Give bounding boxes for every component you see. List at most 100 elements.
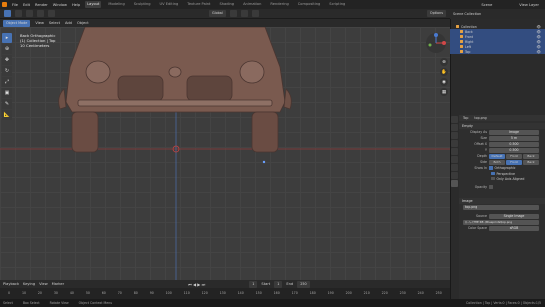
menu-select[interactable]: Select [49,21,60,25]
transform-tool-icon[interactable]: ▣ [2,88,12,98]
outliner-row[interactable]: Top 👁 [450,49,545,54]
mode-invert-icon[interactable] [48,10,55,17]
perspective-checkbox[interactable] [491,171,495,176]
pivot-icon[interactable] [229,10,237,17]
tab-compositing[interactable]: Compositing [296,1,323,8]
options-dropdown[interactable]: Options [426,10,446,17]
menu-add[interactable]: Add [65,21,72,25]
object-tab-icon[interactable] [451,164,458,171]
colorspace-dropdown[interactable]: sRGB [489,225,539,231]
menu-playback[interactable]: Playback [3,282,19,286]
filepath-field[interactable]: //...\..\THE RE..\Blueprints\top.png [463,219,539,225]
transform-orientation-dropdown[interactable]: Global [209,10,226,17]
mode-dropdown[interactable]: Object Mode [3,19,31,27]
viewport-header: Object Mode View Select Add Object [0,19,450,27]
display-as-dropdown[interactable]: Image [489,129,539,135]
side-front-button[interactable]: Front [506,159,522,165]
menu-file[interactable]: File [12,3,18,7]
tab-uv-editing[interactable]: UV Editing [158,1,181,8]
scene-tab-icon[interactable] [451,148,458,155]
tab-modeling[interactable]: Modeling [106,1,126,8]
tab-sculpting[interactable]: Sculpting [132,1,153,8]
end-field[interactable]: 250 [297,280,310,288]
blender-logo-icon[interactable] [2,2,7,7]
pan-hand-icon[interactable]: ✋ [440,68,448,76]
select-box-icon[interactable] [4,10,11,17]
tab-texture-paint[interactable]: Texture Paint [185,1,212,8]
side-both-button[interactable]: Both [489,159,505,165]
empty-icon [460,45,463,48]
tool-tab-icon[interactable] [451,116,458,123]
annotate-tool-icon[interactable]: ✎ [2,99,12,109]
axis-aligned-checkbox[interactable] [491,176,495,181]
snap-icon[interactable] [240,10,248,17]
play-controls[interactable]: ⏮ ◀ ▶ ⏭ [188,282,205,287]
source-dropdown[interactable]: Single Image [489,213,539,219]
side-back-button[interactable]: Back [523,159,539,165]
offset-y-field[interactable]: 0.500 [489,147,539,153]
object-name[interactable]: Top [463,116,468,120]
constraints-tab-icon[interactable] [451,172,458,179]
menu-view[interactable]: View [35,21,44,25]
tab-rendering[interactable]: Rendering [268,1,290,8]
mode-new-icon[interactable] [15,10,22,17]
cursor-tool-icon[interactable]: ⊕ [2,44,12,54]
output-tab-icon[interactable] [451,132,458,139]
tab-shading[interactable]: Shading [217,1,236,8]
data-name[interactable]: top.png [474,116,486,120]
menu-keying[interactable]: Keying [23,282,35,286]
image-selector[interactable]: top.png [463,204,539,210]
render-tab-icon[interactable] [451,124,458,131]
tick-label: 250 [435,291,442,295]
menu-help[interactable]: Help [72,3,80,7]
zoom-icon[interactable]: ⊕ [440,58,448,66]
orthographic-checkbox[interactable] [489,166,493,170]
navigation-gizmo[interactable] [425,32,447,54]
view-layer-tab-icon[interactable] [451,140,458,147]
eye-icon[interactable]: 👁 [537,45,541,49]
proportional-edit-icon[interactable] [251,10,259,17]
start-field[interactable]: 1 [274,280,283,288]
rotate-tool-icon[interactable]: ↻ [2,66,12,76]
size-field[interactable]: 5 m [489,135,539,141]
tool-header: Global Options [0,9,450,19]
eye-icon[interactable]: 👁 [537,30,541,34]
car-model [58,27,292,153]
opacity-checkbox[interactable] [489,185,493,189]
mode-subtract-icon[interactable] [37,10,44,17]
eye-icon[interactable]: 👁 [537,40,541,44]
scale-tool-icon[interactable]: ⤢ [2,77,12,87]
current-frame-field[interactable]: 1 [249,280,258,288]
eye-icon[interactable]: 👁 [537,35,541,39]
tab-scripting[interactable]: Scripting [327,1,347,8]
offset-x-field[interactable]: 0.500 [489,141,539,147]
eye-icon[interactable]: 👁 [537,25,541,29]
depth-default-button[interactable]: Default [489,153,505,159]
move-tool-icon[interactable]: ✥ [2,55,12,65]
menu-window[interactable]: Window [53,3,67,7]
eye-icon[interactable]: 👁 [537,50,541,54]
menu-object[interactable]: Object [77,21,89,25]
menu-marker[interactable]: Marker [52,282,64,286]
tick-label: 0 [8,291,11,295]
world-tab-icon[interactable] [451,156,458,163]
select-tool-icon[interactable]: ▸ [2,33,12,43]
tab-layout[interactable]: Layout [85,1,102,8]
camera-icon[interactable]: ◉ [440,78,448,86]
tick-label: 30 [53,291,58,295]
menu-edit[interactable]: Edit [23,3,30,7]
menu-render[interactable]: Render [35,3,48,7]
depth-front-button[interactable]: Front [506,153,522,159]
depth-back-button[interactable]: Back [523,153,539,159]
3d-viewport[interactable] [0,27,450,280]
scene-selector[interactable]: Scene [481,3,492,7]
grid-ortho-icon[interactable]: ▦ [440,88,448,96]
mode-extend-icon[interactable] [26,10,33,17]
view-layer-selector[interactable]: View Layer [519,3,539,7]
timeline-ruler[interactable]: 0 10 20 30 40 50 60 70 80 90 100 110 120… [0,289,450,297]
tick-label: 170 [291,291,298,295]
measure-tool-icon[interactable]: 📐 [2,110,12,120]
tab-animation[interactable]: Animation [241,1,263,8]
menu-view-timeline[interactable]: View [39,282,48,286]
object-data-tab-icon[interactable] [451,180,458,187]
